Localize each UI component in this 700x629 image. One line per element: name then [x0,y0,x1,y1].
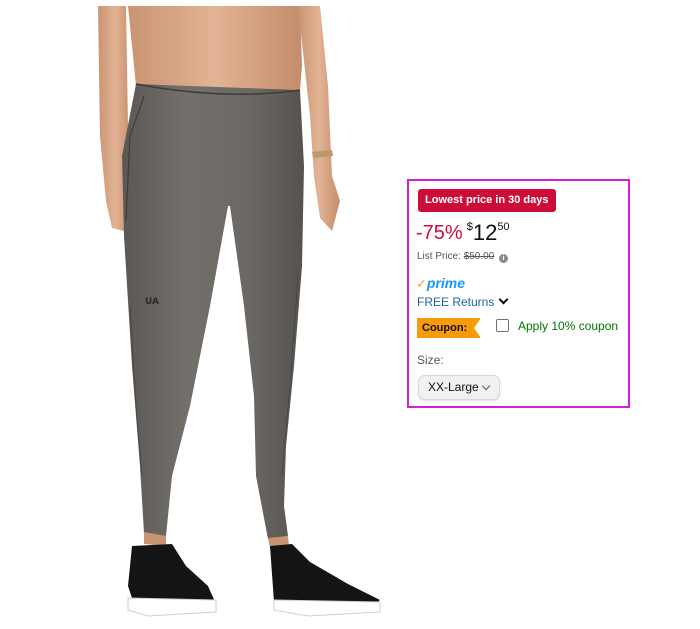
list-price-label: List Price: [417,251,461,262]
prime-check-icon: ✓ [416,276,427,291]
info-icon[interactable]: i [499,254,509,263]
price-fraction: 50 [497,221,510,233]
price-row: -75% $1250 [416,219,510,247]
prime-text: prime [426,275,466,291]
chevron-down-icon [481,381,491,391]
chevron-down-icon [498,294,509,305]
price-whole: 12 [472,220,498,245]
coupon-checkbox[interactable] [496,319,509,332]
free-returns-label: FREE Returns [417,295,495,309]
list-price-value: $50.00 [463,251,495,262]
discount-percentage: -75% [416,222,463,244]
list-price: List Price: $50.00 i [417,251,509,263]
size-label: Size: [417,353,444,367]
free-returns-link[interactable]: FREE Returns [417,294,509,309]
size-selected-value: XX-Large [428,380,479,394]
coupon-tag: Coupon: [417,318,481,338]
size-dropdown[interactable]: XX-Large [418,375,500,400]
product-image: UA [98,6,381,617]
prime-logo: ✓prime [416,275,465,291]
price-currency-symbol: $ [466,221,473,233]
coupon-label[interactable]: Apply 10% coupon [518,319,618,333]
offer-panel: Lowest price in 30 days -75% $1250 List P… [407,179,630,408]
svg-text:UA: UA [145,297,159,307]
deal-badge: Lowest price in 30 days [418,189,556,212]
